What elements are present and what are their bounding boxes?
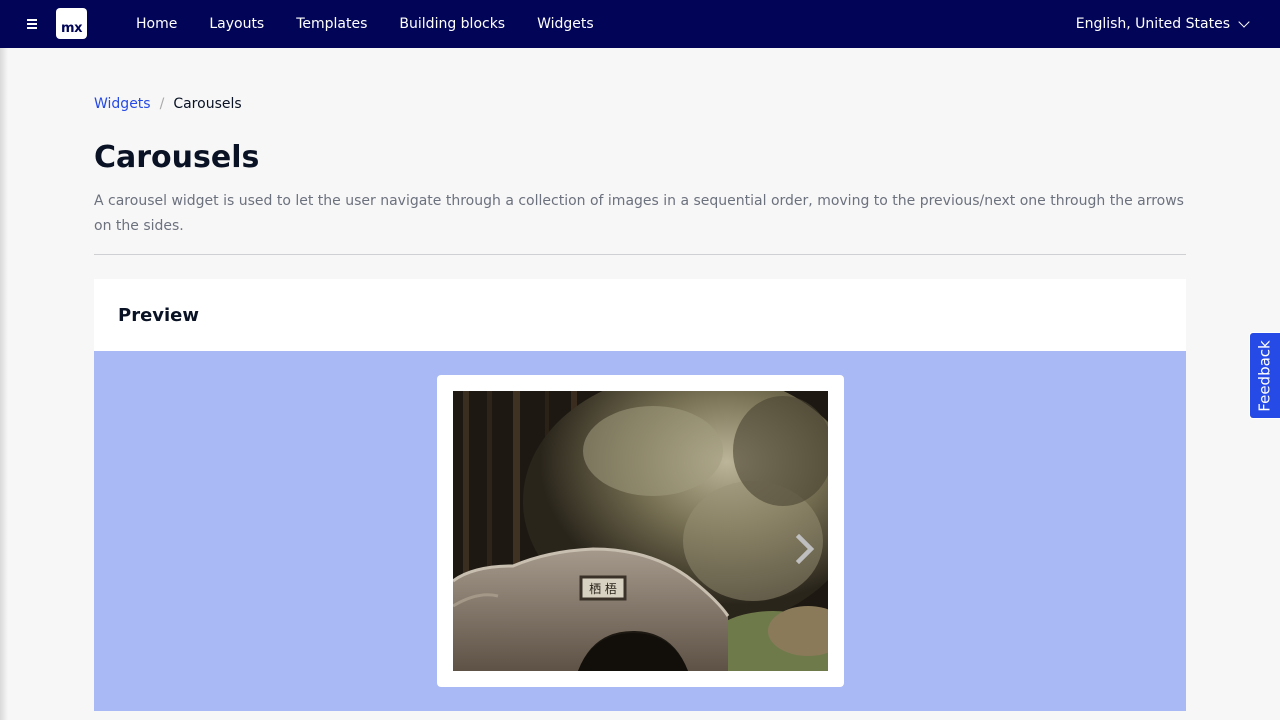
page-edge-shadow [0, 48, 8, 720]
chevron-right-icon [795, 534, 815, 564]
menu-icon[interactable] [22, 14, 42, 34]
carousel: 栖 梧 [437, 375, 844, 687]
carousel-next-button[interactable] [791, 531, 819, 567]
language-label: English, United States [1075, 16, 1230, 32]
feedback-tab[interactable]: Feedback [1249, 332, 1280, 419]
divider [94, 254, 1186, 255]
breadcrumb-widgets-link[interactable]: Widgets [94, 96, 151, 112]
breadcrumb-separator: / [159, 96, 165, 112]
chevron-down-icon [1238, 15, 1250, 28]
svg-text:栖 梧: 栖 梧 [589, 581, 617, 596]
nav-layouts[interactable]: Layouts [193, 0, 280, 48]
carousel-image: 栖 梧 [453, 391, 828, 671]
nav-templates[interactable]: Templates [280, 0, 383, 48]
top-navbar: mx Home Layouts Templates Building block… [0, 0, 1280, 48]
preview-card-header: Preview [94, 279, 1186, 351]
nav-building-blocks[interactable]: Building blocks [383, 0, 521, 48]
feedback-label: Feedback [1256, 339, 1274, 412]
page-title: Carousels [94, 140, 260, 175]
preview-heading: Preview [118, 304, 200, 326]
logo-text: mx [61, 21, 82, 36]
mx-logo[interactable]: mx [56, 8, 87, 39]
breadcrumb-current: Carousels [173, 96, 242, 112]
nav-home[interactable]: Home [120, 0, 193, 48]
bamboo-bridge-photo: 栖 梧 [453, 391, 828, 671]
preview-area: 栖 梧 [94, 351, 1186, 711]
page-description: A carousel widget is used to let the use… [94, 193, 1184, 234]
breadcrumb: Widgets / Carousels [94, 96, 242, 112]
nav-widgets[interactable]: Widgets [521, 0, 610, 48]
language-selector[interactable]: English, United States [1075, 0, 1250, 48]
main-nav: Home Layouts Templates Building blocks W… [120, 0, 610, 48]
